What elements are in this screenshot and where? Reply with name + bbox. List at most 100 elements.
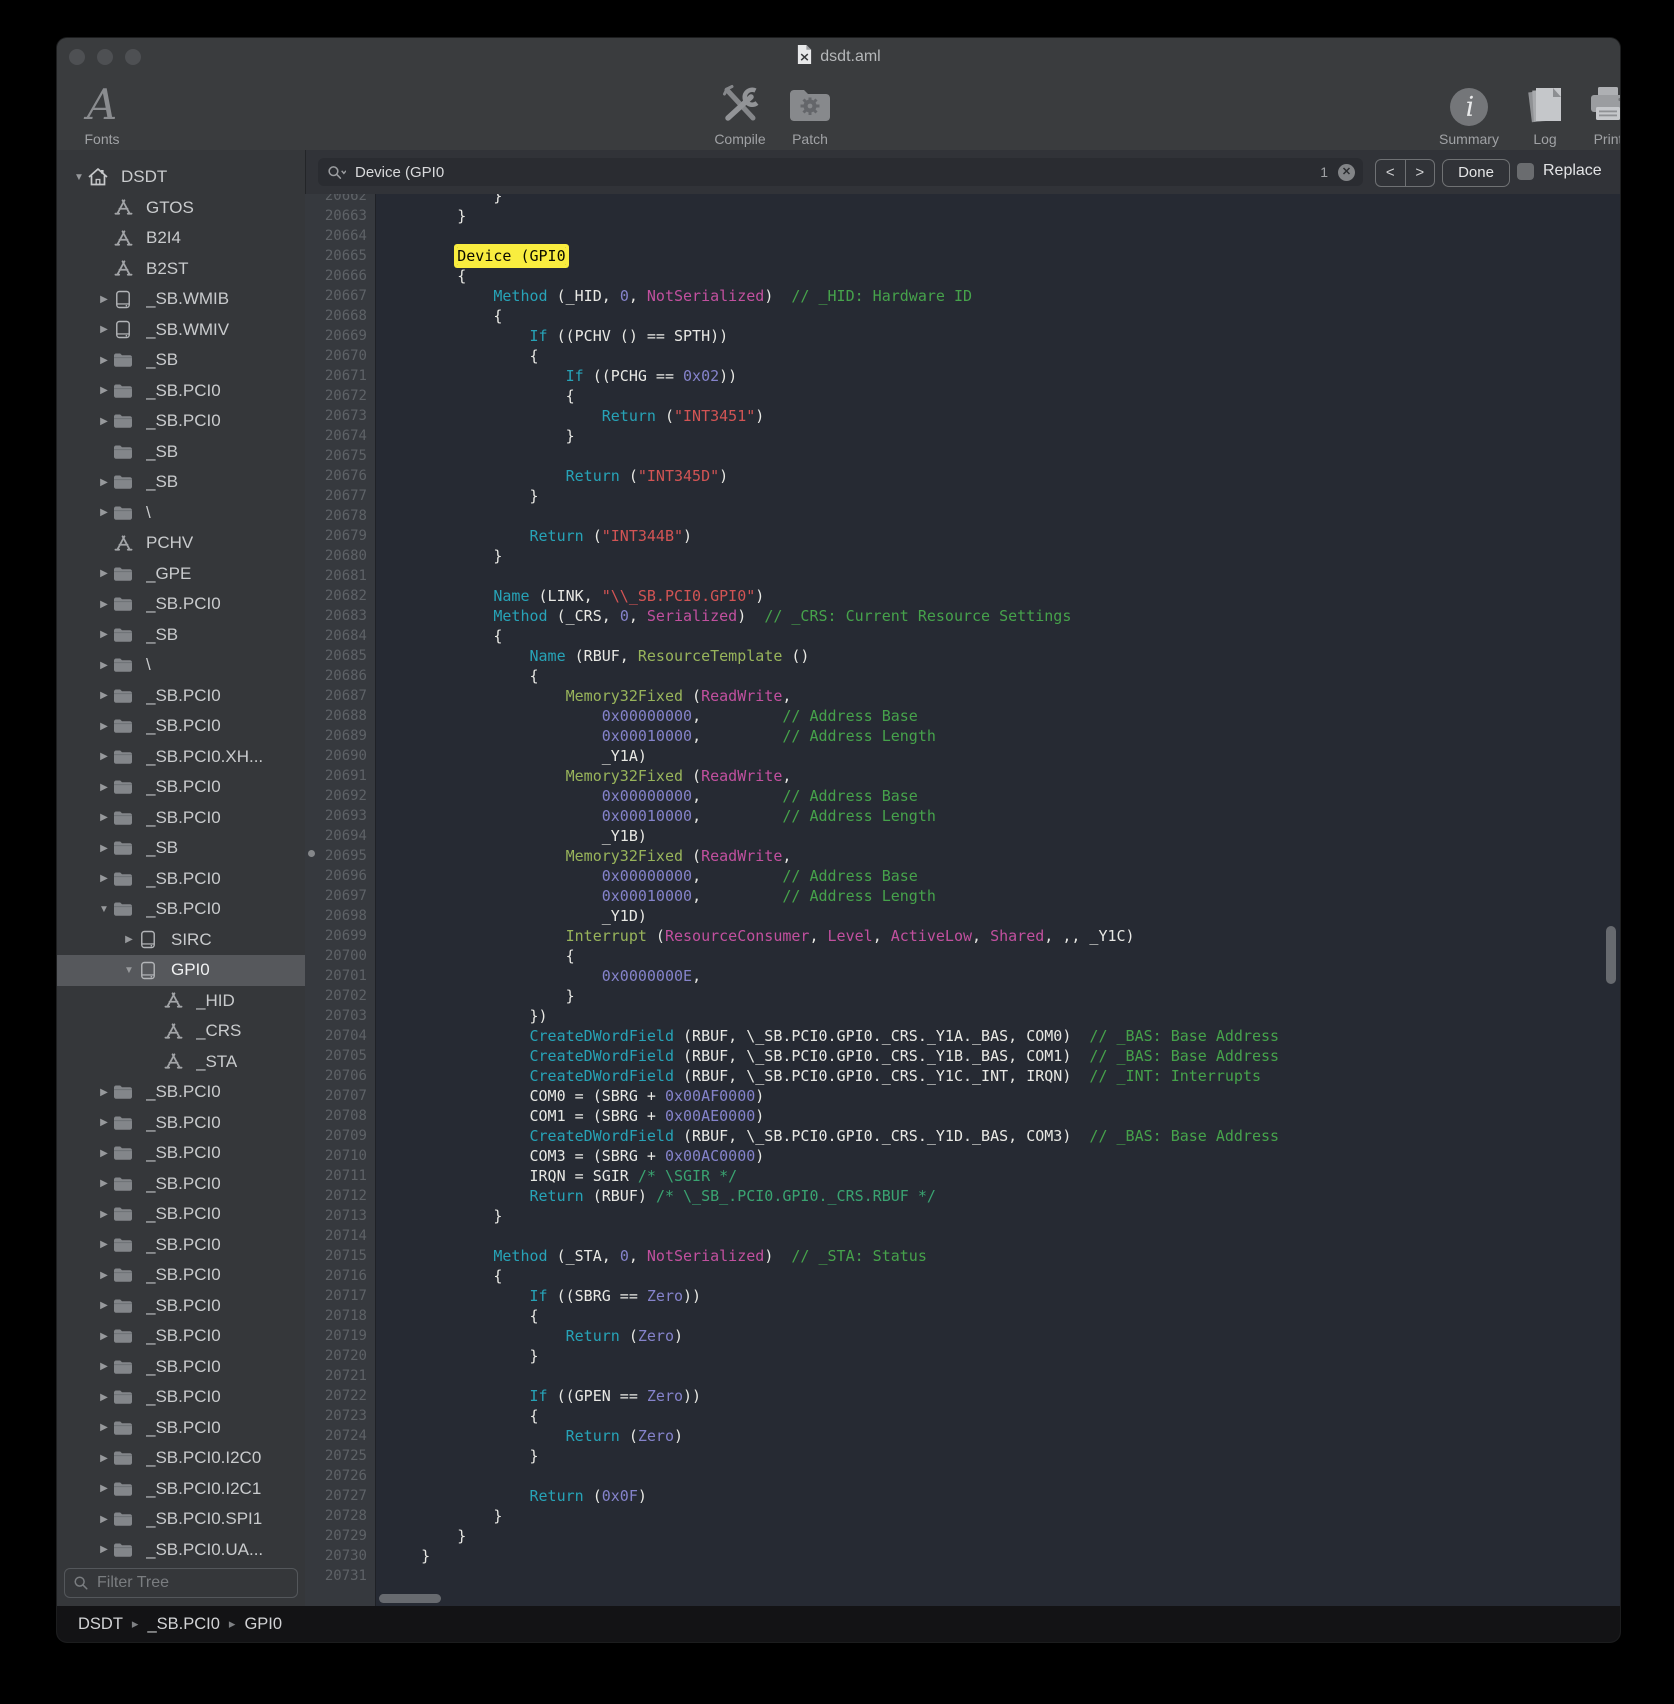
filter-tree-input[interactable]: Filter Tree — [64, 1568, 298, 1598]
tree-item-sbpci0[interactable]: ▶_SB.PCI0 — [57, 1352, 305, 1383]
code-line[interactable]: 20696 0x00000000, // Address Base — [305, 866, 1620, 886]
search-input[interactable]: Device (GPI0 1 ✕ — [318, 158, 1363, 186]
disclosure-right-icon[interactable]: ▶ — [96, 1300, 112, 1311]
tree-item-sbpci0[interactable]: ▼_SB.PCI0 — [57, 894, 305, 925]
code-line[interactable]: 20685 Name (RBUF, ResourceTemplate () — [305, 646, 1620, 666]
code-line[interactable]: 20695 Memory32Fixed (ReadWrite, — [305, 846, 1620, 866]
disclosure-right-icon[interactable]: ▶ — [96, 1087, 112, 1098]
tree-item-sbpci0[interactable]: ▶_SB.PCI0 — [57, 1321, 305, 1352]
code-line[interactable]: 20682 Name (LINK, "\\_SB.PCI0.GPI0") — [305, 586, 1620, 606]
code-line[interactable]: 20675 — [305, 446, 1620, 466]
print-button[interactable]: Print — [1553, 79, 1620, 147]
tree-item-sbpci0[interactable]: ▶_SB.PCI0 — [57, 1382, 305, 1413]
code-line[interactable]: 20714 — [305, 1226, 1620, 1246]
disclosure-right-icon[interactable]: ▶ — [96, 660, 112, 671]
code-line[interactable]: 20700 { — [305, 946, 1620, 966]
tree-item-sbpci0ua[interactable]: ▶_SB.PCI0.UA... — [57, 1535, 305, 1563]
code-line[interactable]: 20698 _Y1D) — [305, 906, 1620, 926]
disclosure-right-icon[interactable]: ▶ — [96, 1422, 112, 1433]
code-line[interactable]: 20681 — [305, 566, 1620, 586]
code-line[interactable]: 20690 _Y1A) — [305, 746, 1620, 766]
tree-item-sbpci0[interactable]: ▶_SB.PCI0 — [57, 1138, 305, 1169]
tree-item-sb[interactable]: ▶_SB — [57, 345, 305, 376]
code-line[interactable]: 20672 { — [305, 386, 1620, 406]
code-line[interactable]: 20697 0x00010000, // Address Length — [305, 886, 1620, 906]
disclosure-right-icon[interactable]: ▶ — [96, 1392, 112, 1403]
code-line[interactable]: 20709 CreateDWordField (RBUF, \_SB.PCI0.… — [305, 1126, 1620, 1146]
tree-item-sb[interactable]: ▶_SB — [57, 833, 305, 864]
disclosure-right-icon[interactable]: ▶ — [96, 1361, 112, 1372]
clear-search-icon[interactable]: ✕ — [1338, 164, 1355, 181]
patch-button[interactable]: Patch — [755, 79, 865, 147]
code-line[interactable]: 20726 — [305, 1466, 1620, 1486]
search-icon[interactable] — [327, 164, 346, 181]
breadcrumb-item-dsdt[interactable]: DSDT — [78, 1615, 123, 1634]
titlebar[interactable]: dsdt.aml — [57, 38, 1620, 75]
code-line[interactable]: 20683 Method (_CRS, 0, Serialized) // _C… — [305, 606, 1620, 626]
tree-item-b2i4[interactable]: B2I4 — [57, 223, 305, 254]
tree-item-sbpci0[interactable]: ▶_SB.PCI0 — [57, 376, 305, 407]
disclosure-right-icon[interactable]: ▶ — [96, 751, 112, 762]
tree-item-sbpci0[interactable]: ▶_SB.PCI0 — [57, 1413, 305, 1444]
code-line[interactable]: 20711 IRQN = SGIR /* \SGIR */ — [305, 1166, 1620, 1186]
code-line[interactable]: 20663 } — [305, 206, 1620, 226]
tree-item-sb[interactable]: ▶_SB — [57, 620, 305, 651]
code-line[interactable]: 20713 } — [305, 1206, 1620, 1226]
tree-item-sbpci0i2c1[interactable]: ▶_SB.PCI0.I2C1 — [57, 1474, 305, 1505]
code-line[interactable]: 20724 Return (Zero) — [305, 1426, 1620, 1446]
code-line[interactable]: 20712 Return (RBUF) /* \_SB_.PCI0.GPI0._… — [305, 1186, 1620, 1206]
tree-item-gpi0[interactable]: ▼GPI0 — [57, 955, 305, 986]
tree-item-sbpci0[interactable]: ▶_SB.PCI0 — [57, 406, 305, 437]
tree-item-hid[interactable]: _HID — [57, 986, 305, 1017]
disclosure-down-icon[interactable]: ▼ — [96, 904, 112, 915]
code-line[interactable]: 20722 If ((GPEN == Zero)) — [305, 1386, 1620, 1406]
fonts-button[interactable]: A Fonts — [57, 79, 157, 147]
find-next-button[interactable]: > — [1406, 160, 1435, 186]
tree-item-sbpci0[interactable]: ▶_SB.PCI0 — [57, 1169, 305, 1200]
code-line[interactable]: 20686 { — [305, 666, 1620, 686]
code-line[interactable]: 20728 } — [305, 1506, 1620, 1526]
tree-item-sbwmiv[interactable]: ▶_SB.WMIV — [57, 315, 305, 346]
code-line[interactable]: 20664 — [305, 226, 1620, 246]
breadcrumb-item-sbpci0[interactable]: _SB.PCI0 — [147, 1615, 219, 1634]
disclosure-right-icon[interactable]: ▶ — [96, 324, 112, 335]
code-line[interactable]: 20687 Memory32Fixed (ReadWrite, — [305, 686, 1620, 706]
code-line[interactable]: 20705 CreateDWordField (RBUF, \_SB.PCI0.… — [305, 1046, 1620, 1066]
tree-item-sbpci0[interactable]: ▶_SB.PCI0 — [57, 1230, 305, 1261]
disclosure-right-icon[interactable]: ▶ — [96, 416, 112, 427]
code-line[interactable]: 20702 } — [305, 986, 1620, 1006]
code-line[interactable]: 20668 { — [305, 306, 1620, 326]
code-line[interactable]: 20670 { — [305, 346, 1620, 366]
code-line[interactable]: 20706 CreateDWordField (RBUF, \_SB.PCI0.… — [305, 1066, 1620, 1086]
tree-item-sbpci0[interactable]: ▶_SB.PCI0 — [57, 1291, 305, 1322]
find-previous-button[interactable]: < — [1376, 160, 1405, 186]
tree-item-crs[interactable]: _CRS — [57, 1016, 305, 1047]
code-line[interactable]: 20680 } — [305, 546, 1620, 566]
horizontal-scrollbar[interactable] — [379, 1594, 441, 1603]
disclosure-right-icon[interactable]: ▶ — [96, 599, 112, 610]
tree-item-sbpci0[interactable]: ▶_SB.PCI0 — [57, 589, 305, 620]
disclosure-right-icon[interactable]: ▶ — [96, 843, 112, 854]
code-line[interactable]: 20721 — [305, 1366, 1620, 1386]
tree-item-sbpci0[interactable]: ▶_SB.PCI0 — [57, 1260, 305, 1291]
disclosure-right-icon[interactable]: ▶ — [96, 1483, 112, 1494]
code-line[interactable]: 20693 0x00010000, // Address Length — [305, 806, 1620, 826]
tree-item-sb[interactable]: ▶_SB — [57, 467, 305, 498]
tree-item-sbpci0xh[interactable]: ▶_SB.PCI0.XH... — [57, 742, 305, 773]
code-line[interactable]: 20701 0x0000000E, — [305, 966, 1620, 986]
disclosure-right-icon[interactable]: ▶ — [96, 782, 112, 793]
code-line[interactable]: 20669 If ((PCHV () == SPTH)) — [305, 326, 1620, 346]
disclosure-right-icon[interactable]: ▶ — [96, 1117, 112, 1128]
code-line[interactable]: 20707 COM0 = (SBRG + 0x00AF0000) — [305, 1086, 1620, 1106]
code-line[interactable]: 20667 Method (_HID, 0, NotSerialized) //… — [305, 286, 1620, 306]
code-line[interactable]: 20731 — [305, 1566, 1620, 1586]
tree-item-sirc[interactable]: ▶SIRC — [57, 925, 305, 956]
tree-item-gpe[interactable]: ▶_GPE — [57, 559, 305, 590]
code-line[interactable]: 20716 { — [305, 1266, 1620, 1286]
disclosure-right-icon[interactable]: ▶ — [96, 690, 112, 701]
code-line[interactable]: 20704 CreateDWordField (RBUF, \_SB.PCI0.… — [305, 1026, 1620, 1046]
tree-item-b2st[interactable]: B2ST — [57, 254, 305, 285]
tree-item-sbpci0[interactable]: ▶_SB.PCI0 — [57, 1077, 305, 1108]
pane-splitter-handle[interactable] — [308, 850, 315, 857]
disclosure-right-icon[interactable]: ▶ — [96, 1453, 112, 1464]
